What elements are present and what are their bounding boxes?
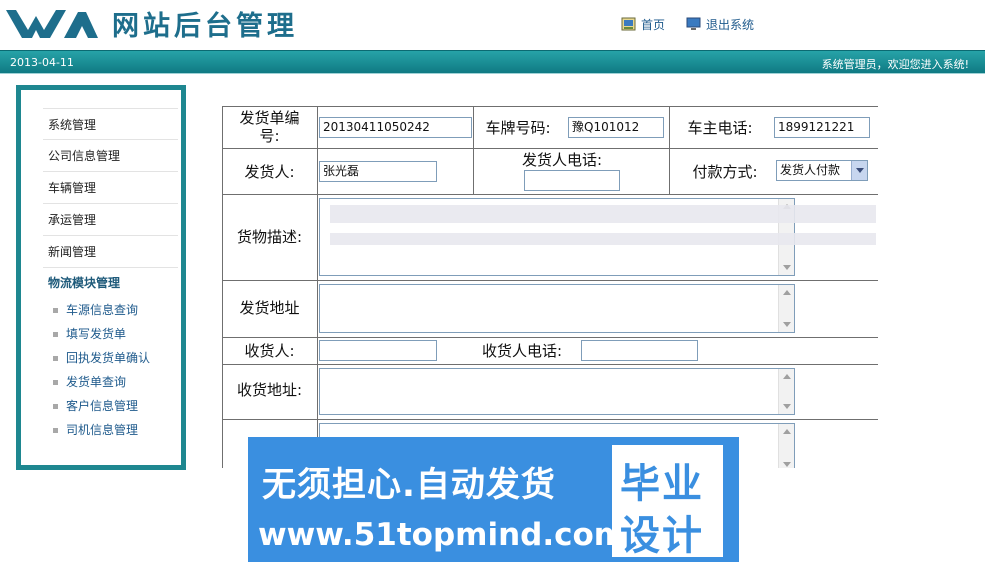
sidebar: 系统管理 公司信息管理 车辆管理 承运管理 新闻管理 物流模块管理 车源信息查询… — [16, 85, 186, 470]
table-row: 发货人: 张光磊 发货人电话: 付款方式: 发货人付款 — [222, 148, 878, 195]
sender-input[interactable]: 张光磊 — [319, 161, 437, 182]
logout-link-label: 退出系统 — [706, 17, 755, 32]
sidebar-subitem-receipt-confirm[interactable]: 回执发货单确认 — [43, 346, 178, 370]
sidebar-subitem-label: 回执发货单确认 — [66, 351, 151, 365]
site-title: 网站后台管理 — [112, 11, 298, 42]
home-link[interactable]: 首页 — [621, 14, 665, 34]
sidebar-item-carriage[interactable]: 承运管理 — [43, 204, 178, 236]
payment-select[interactable]: 发货人付款 — [776, 160, 868, 181]
receiver-label: 收货人: — [244, 342, 295, 360]
plate-label: 车牌号码: — [485, 119, 551, 137]
sidebar-subitem-label: 司机信息管理 — [66, 423, 139, 437]
shipping-order-form: 发货单编号: 20130411050242 车牌号码: 豫Q101012 车主电… — [222, 106, 878, 468]
ship-address-textarea[interactable] — [319, 284, 795, 333]
payment-select-value: 发货人付款 — [780, 163, 841, 177]
receiver-phone-input[interactable] — [581, 340, 698, 361]
sidebar-item-system[interactable]: 系统管理 — [43, 108, 178, 140]
textarea-scrollbar[interactable] — [778, 369, 794, 414]
welcome-message: 系统管理员，欢迎您进入系统! — [821, 58, 969, 71]
chevron-down-icon[interactable] — [851, 161, 867, 180]
app-window: 网站后台管理 首页 退出系统 2013-04-11 系统管理员，欢迎您进入系统!… — [0, 0, 985, 562]
home-icon — [621, 17, 636, 31]
sidebar-subitem-label: 发货单查询 — [66, 375, 127, 389]
sidebar-subitem-fill-order[interactable]: 填写发货单 — [43, 322, 178, 346]
table-column-divider — [473, 107, 474, 149]
banner-url: www.51topmind.com — [258, 517, 627, 553]
textarea-scrollbar[interactable] — [778, 285, 794, 332]
receiver-phone-label: 收货人电话: — [481, 342, 563, 360]
order-no-label: 发货单编号: — [239, 109, 300, 145]
banner-badge-line2: 设计 — [620, 513, 704, 559]
banner-slogan: 无须担心.自动发货 — [262, 465, 556, 505]
plate-input[interactable]: 豫Q101012 — [568, 117, 664, 138]
sidebar-item-news[interactable]: 新闻管理 — [43, 236, 178, 268]
header: 网站后台管理 首页 退出系统 — [0, 0, 985, 48]
owner-phone-label: 车主电话: — [687, 119, 753, 137]
table-row: 收货人: 收货人电话: — [222, 337, 878, 364]
bullet-icon — [53, 331, 58, 337]
sidebar-subitem-order-search[interactable]: 发货单查询 — [43, 370, 178, 394]
current-date: 2013-04-11 — [10, 56, 74, 69]
bullet-icon — [53, 307, 58, 313]
table-column-divider — [473, 149, 474, 195]
sender-phone-label: 发货人电话: — [521, 151, 603, 169]
receive-address-textarea[interactable] — [319, 368, 795, 415]
banner-badge: 毕业 设计 — [612, 445, 723, 559]
monitor-icon — [686, 17, 701, 30]
status-bar: 2013-04-11 系统管理员，欢迎您进入系统! — [0, 50, 985, 74]
order-no-input[interactable]: 20130411050242 — [319, 117, 472, 138]
obscured-text — [330, 205, 876, 223]
bullet-icon — [53, 403, 58, 409]
sidebar-subitem-drivers[interactable]: 司机信息管理 — [43, 418, 178, 442]
sidebar-subitem-vehicle-search[interactable]: 车源信息查询 — [43, 298, 178, 322]
bullet-icon — [53, 427, 58, 433]
sender-label: 发货人: — [244, 163, 295, 181]
ship-address-label: 发货地址 — [239, 299, 300, 317]
bullet-icon — [53, 379, 58, 385]
sidebar-subitem-label: 填写发货单 — [66, 327, 127, 341]
logo-icon — [6, 10, 98, 38]
receive-address-label: 收货地址: — [236, 381, 303, 399]
obscured-text — [330, 233, 876, 245]
payment-label: 付款方式: — [692, 163, 758, 181]
sidebar-item-vehicles[interactable]: 车辆管理 — [43, 172, 178, 204]
sidebar-subitem-label: 客户信息管理 — [66, 399, 139, 413]
textarea-scrollbar[interactable] — [778, 424, 794, 468]
home-link-label: 首页 — [641, 17, 666, 32]
watermark-banner: 无须担心.自动发货 www.51topmind.com 毕业 设计 — [248, 437, 739, 562]
sidebar-subitem-label: 车源信息查询 — [66, 303, 139, 317]
sidebar-item-company[interactable]: 公司信息管理 — [43, 140, 178, 172]
table-row: 发货地址 — [222, 280, 878, 337]
receiver-input[interactable] — [319, 340, 437, 361]
table-column-divider — [669, 149, 670, 195]
table-row: 发货单编号: 20130411050242 车牌号码: 豫Q101012 车主电… — [222, 106, 878, 149]
owner-phone-input[interactable]: 1899121221 — [774, 117, 870, 138]
banner-badge-line1: 毕业 — [620, 461, 704, 507]
sidebar-group-logistics[interactable]: 物流模块管理 — [43, 268, 178, 298]
logout-link[interactable]: 退出系统 — [686, 14, 754, 34]
table-row: 货物描述: — [222, 194, 878, 280]
sender-phone-input[interactable] — [524, 170, 620, 191]
sidebar-menu: 系统管理 公司信息管理 车辆管理 承运管理 新闻管理 物流模块管理 车源信息查询… — [43, 108, 178, 442]
table-column-divider — [669, 107, 670, 149]
goods-label: 货物描述: — [236, 228, 303, 246]
table-row: 收货地址: — [222, 364, 878, 419]
sidebar-subitem-customers[interactable]: 客户信息管理 — [43, 394, 178, 418]
bullet-icon — [53, 355, 58, 361]
